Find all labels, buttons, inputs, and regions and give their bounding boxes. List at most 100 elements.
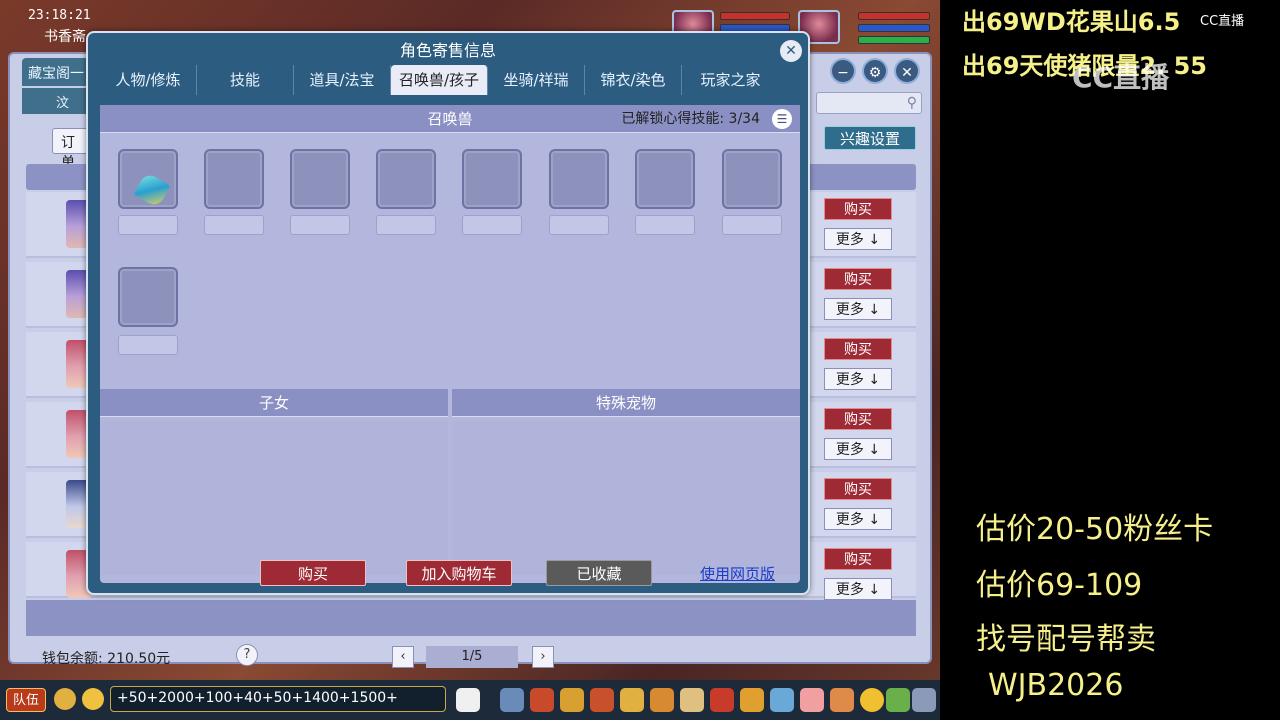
dialog-title: 角色寄售信息	[399, 41, 496, 60]
favorited-button[interactable]: 已收藏	[546, 560, 652, 586]
microphone-icon[interactable]	[54, 688, 76, 710]
handshake-icon[interactable]	[830, 688, 854, 712]
tab-outfits[interactable]: 锦衣/染色	[585, 65, 682, 95]
give-icon[interactable]	[560, 688, 584, 712]
buy-button[interactable]: 购买	[260, 560, 366, 586]
emote-icon[interactable]	[860, 688, 884, 712]
chat-bubble-icon[interactable]	[82, 688, 104, 710]
overlay-price-1: 估价20-50粉丝卡	[976, 512, 1214, 547]
tab-items[interactable]: 道具/法宝	[294, 65, 391, 95]
row-buy-button[interactable]: 购买	[824, 198, 892, 220]
game-viewport: 23:18:21 书香斋 藏宝阁一 汶 − ⚙ ✕ ⚲ 订单 兴趣设置 购买 更…	[0, 0, 940, 720]
listing-footer	[26, 600, 916, 636]
next-page-button[interactable]: ›	[532, 646, 554, 668]
cc-live-logo: CC直播	[1072, 61, 1170, 94]
row-buy-button[interactable]: 购买	[824, 408, 892, 430]
window-controls: − ⚙ ✕	[830, 58, 920, 84]
summon-slot-label	[549, 215, 609, 235]
chat-input[interactable]: +50+2000+100+40+50+1400+1500+	[110, 686, 446, 712]
tab-skills[interactable]: 技能	[197, 65, 294, 95]
attack-icon[interactable]	[500, 688, 524, 712]
book-icon[interactable]	[770, 688, 794, 712]
bell-icon[interactable]	[740, 688, 764, 712]
summon-slot-label	[118, 335, 178, 355]
minimize-icon[interactable]: −	[830, 58, 856, 84]
tab-character[interactable]: 人物/修炼	[100, 65, 197, 95]
overlay-service: 找号配号帮卖	[976, 622, 1156, 657]
summon-slot-label	[118, 215, 178, 235]
row-buy-button[interactable]: 购买	[824, 478, 892, 500]
dialog-close-icon[interactable]: ✕	[780, 40, 802, 62]
page-indicator: 1/5	[426, 646, 518, 668]
search-input[interactable]: ⚲	[816, 92, 922, 114]
summon-slot[interactable]	[722, 149, 782, 209]
add-to-cart-button[interactable]: 加入购物车	[406, 560, 512, 586]
row-more-button[interactable]: 更多 ↓	[824, 508, 892, 530]
market-subtab[interactable]: 汶	[22, 88, 94, 114]
overlay-line-1: 出69WD花果山6.5	[962, 8, 1181, 36]
close-icon[interactable]: ✕	[894, 58, 920, 84]
list-icon[interactable]: ☰	[772, 109, 792, 129]
team-icon[interactable]	[620, 688, 644, 712]
children-section-header: 子女	[100, 389, 448, 417]
summon-slot-label	[376, 215, 436, 235]
gang-icon[interactable]	[710, 688, 734, 712]
row-buy-button[interactable]: 购买	[824, 268, 892, 290]
quest-icon[interactable]	[680, 688, 704, 712]
summon-slot-label	[635, 215, 695, 235]
pet-feather-icon	[133, 171, 171, 209]
row-buy-button[interactable]: 购买	[824, 548, 892, 570]
overlay-code: WJB2026	[988, 668, 1124, 703]
summon-slot-label	[290, 215, 350, 235]
system-icon[interactable]	[886, 688, 910, 712]
wallet-balance: 钱包余额: 210.50元	[42, 651, 171, 667]
row-more-button[interactable]: 更多 ↓	[824, 368, 892, 390]
summon-slot[interactable]	[549, 149, 609, 209]
special-pet-section-header: 特殊宠物	[452, 389, 800, 417]
summon-slot[interactable]	[462, 149, 522, 209]
row-buy-button[interactable]: 购买	[824, 338, 892, 360]
prev-page-button[interactable]: ‹	[392, 646, 414, 668]
pet-icon[interactable]	[456, 688, 480, 712]
unlock-skill-count: 已解锁心得技能: 3/34	[621, 111, 760, 127]
row-more-button[interactable]: 更多 ↓	[824, 578, 892, 600]
player-sp-bar	[858, 36, 930, 44]
tab-summons[interactable]: 召唤兽/孩子	[391, 65, 488, 95]
row-more-button[interactable]: 更多 ↓	[824, 298, 892, 320]
row-more-button[interactable]: 更多 ↓	[824, 438, 892, 460]
use-web-version-link[interactable]: 使用网页版	[700, 563, 775, 584]
friend-icon[interactable]	[800, 688, 824, 712]
trade-icon[interactable]	[590, 688, 614, 712]
tab-home[interactable]: 玩家之家	[682, 65, 779, 95]
summon-slot-label	[462, 215, 522, 235]
pet-hp-bar	[720, 12, 790, 20]
summon-slot-label	[722, 215, 782, 235]
summon-slot[interactable]	[635, 149, 695, 209]
summon-section-header: 召唤兽 已解锁心得技能: 3/34 ☰	[100, 105, 800, 133]
dialog-tabs: 人物/修炼 技能 道具/法宝 召唤兽/孩子 坐骑/祥瑞 锦衣/染色 玩家之家	[100, 65, 779, 95]
overlay-price-2: 估价69-109	[976, 568, 1143, 603]
summon-header-label: 召唤兽	[427, 110, 473, 128]
settings-icon[interactable]: ⚙	[862, 58, 888, 84]
computer-icon[interactable]	[912, 688, 936, 712]
summon-slot-label	[204, 215, 264, 235]
summon-slot[interactable]	[118, 149, 178, 209]
market-tab[interactable]: 藏宝阁一	[22, 58, 94, 86]
summon-panel: 召唤兽 已解锁心得技能: 3/34 ☰ 子女 特殊宠物	[100, 105, 800, 583]
children-list	[100, 421, 448, 575]
summon-slot[interactable]	[290, 149, 350, 209]
tab-mounts[interactable]: 坐骑/祥瑞	[488, 65, 585, 95]
role-consignment-dialog: 角色寄售信息 ✕ 人物/修炼 技能 道具/法宝 召唤兽/孩子 坐骑/祥瑞 锦衣/…	[86, 31, 810, 595]
row-more-button[interactable]: 更多 ↓	[824, 228, 892, 250]
pet-manage-icon[interactable]	[650, 688, 674, 712]
summon-slot[interactable]	[204, 149, 264, 209]
search-icon[interactable]: ⚲	[907, 95, 917, 111]
help-icon[interactable]: ?	[236, 644, 258, 666]
team-button[interactable]: 队伍	[6, 688, 46, 712]
player-hp-bar	[858, 12, 930, 20]
cc-live-logo-small: CC直播	[1200, 14, 1245, 29]
interest-settings-button[interactable]: 兴趣设置	[824, 126, 916, 150]
summon-slot[interactable]	[376, 149, 436, 209]
item-icon[interactable]	[530, 688, 554, 712]
summon-slot[interactable]	[118, 267, 178, 327]
